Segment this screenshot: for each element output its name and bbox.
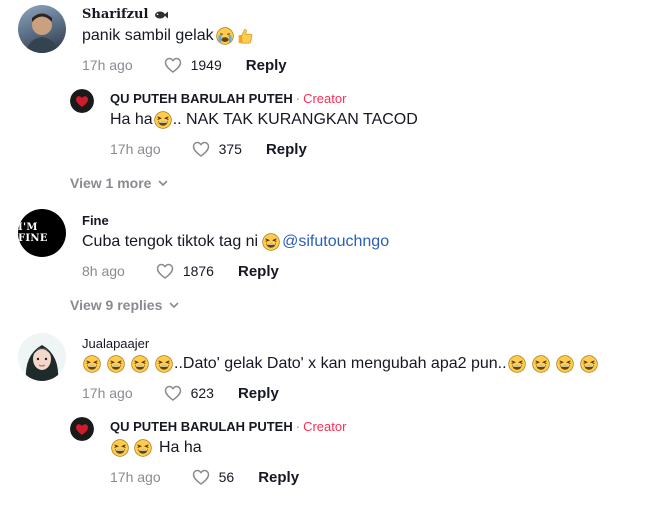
like-count: 1949 [190,57,222,73]
comment-meta: 8h ago 1876 Reply [82,261,279,281]
grinning-squinting-emoji [580,355,598,373]
comment-text: ..Dato' gelak Dato' x kan mengubah apa2 … [82,355,599,373]
comment-time: 17h ago [110,469,161,485]
comment-meta: 17h ago 623 Reply [82,383,279,403]
like-button[interactable]: 1876 [155,261,214,281]
reply-button[interactable]: Reply [258,469,299,486]
grinning-squinting-emoji [154,111,172,129]
grinning-squinting-emoji [83,355,101,373]
grinning-squinting-emoji [508,355,526,373]
comment-meta: 17h ago 1949 Reply [82,55,287,75]
avatar[interactable] [18,5,66,53]
like-button[interactable]: 56 [191,467,235,487]
grinning-squinting-emoji [262,233,280,251]
heart-outline-icon [163,55,183,75]
comment-meta: 17h ago 56 Reply [110,467,299,487]
view-more-replies-button[interactable]: View 1 more [70,175,169,191]
view-more-replies-button[interactable]: View 9 replies [70,297,180,313]
like-count: 623 [190,385,214,401]
like-button[interactable]: 623 [163,383,214,403]
heart-outline-icon [163,383,183,403]
avatar[interactable] [70,417,94,441]
like-button[interactable]: 375 [191,139,242,159]
comment-text: Cuba tengok tiktok tag ni @sifutouchngo [82,233,390,251]
grinning-squinting-emoji [111,439,129,457]
mention-link[interactable]: @sifutouchngo [282,233,389,251]
reply-button[interactable]: Reply [246,57,287,74]
like-count: 1876 [182,263,214,279]
comment-username[interactable]: Jualapaajer [82,336,149,351]
avatar-text: I'M FINE [18,222,48,244]
comment-username[interactable]: QU PUTEH BARULAH PUTEH · Creator [110,419,346,434]
grinning-squinting-emoji [155,355,173,373]
comment-text: panik sambil gelak [82,27,255,45]
reply-button[interactable]: Reply [266,141,307,158]
reply-button[interactable]: Reply [238,385,279,402]
comment-username[interactable]: QU PUTEH BARULAH PUTEH · Creator [110,91,346,106]
creator-badge: Creator [303,419,347,434]
avatar[interactable] [70,89,94,113]
heart-outline-icon [191,139,211,159]
grinning-squinting-emoji [131,355,149,373]
avatar[interactable] [18,333,66,381]
chevron-down-icon [157,177,169,189]
heart-outline-icon [191,467,211,487]
chevron-down-icon [168,299,180,311]
grinning-squinting-emoji [107,355,125,373]
like-count: 375 [218,141,242,157]
comment-meta: 17h ago 375 Reply [110,139,307,159]
crying-face-emoji [215,27,234,45]
like-button[interactable]: 1949 [163,55,222,75]
grinning-squinting-emoji [532,355,550,373]
comment-time: 17h ago [110,141,161,157]
comment-time: 17h ago [82,57,133,73]
thumbs-up-emoji [238,29,252,44]
comment-time: 17h ago [82,385,133,401]
comment-text: Ha ha .. NAK TAK KURANGKAN TACOD [110,111,418,129]
avatar[interactable]: I'M FINE [18,209,66,257]
fish-icon [154,11,168,18]
heart-outline-icon [155,261,175,281]
like-count: 56 [218,469,235,485]
comment-text: Ha ha [110,439,202,457]
reply-button[interactable]: Reply [238,263,279,280]
comment-username[interactable]: Sharifzul [82,7,169,22]
creator-badge: Creator [303,91,347,106]
comment-time: 8h ago [82,263,125,279]
comment-username[interactable]: Fine [82,213,109,228]
grinning-squinting-emoji [134,439,152,457]
grinning-squinting-emoji [556,355,574,373]
